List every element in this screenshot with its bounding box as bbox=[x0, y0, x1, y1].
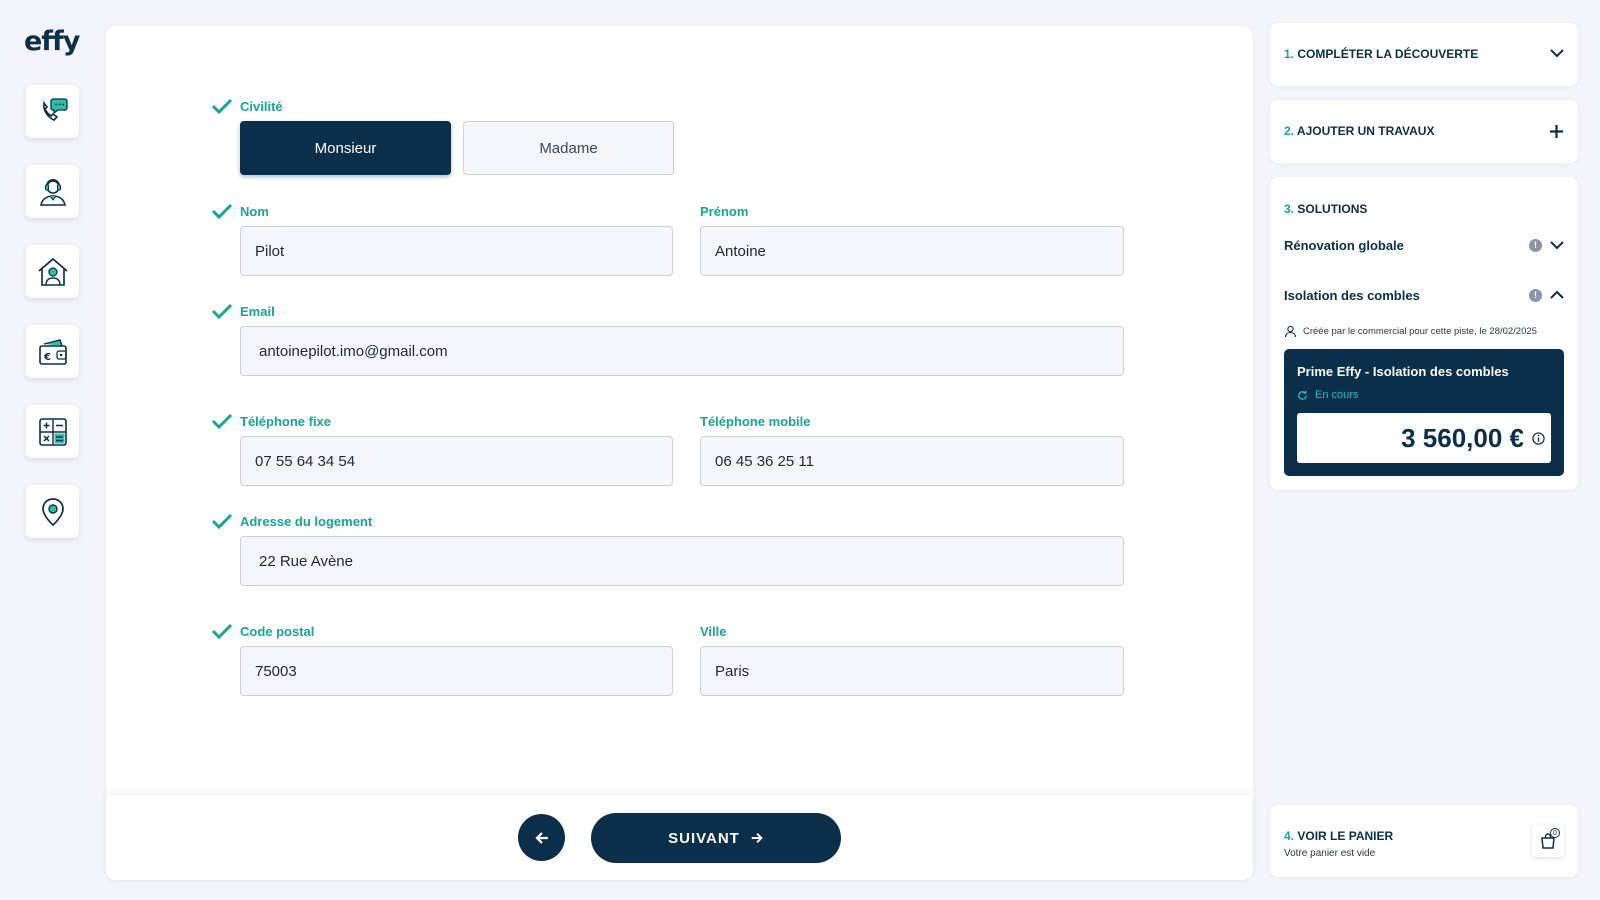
check-icon bbox=[211, 303, 233, 319]
chevron-down-icon[interactable] bbox=[1550, 240, 1564, 250]
check-icon bbox=[211, 413, 233, 429]
step-4-label: VOIR LE PANIER bbox=[1297, 829, 1394, 843]
svg-text:€: € bbox=[43, 352, 51, 363]
refresh-icon bbox=[1298, 390, 1307, 400]
step-1-number: 1. bbox=[1284, 47, 1295, 61]
step-4-title: 4. VOIR LE PANIER bbox=[1284, 829, 1393, 843]
created-note-text: Créée par le commercial pour cette piste… bbox=[1303, 326, 1537, 337]
home-person-icon bbox=[37, 257, 68, 286]
svg-text:effy: effy bbox=[24, 26, 80, 57]
adresse-input[interactable]: 22 Rue Avène bbox=[240, 536, 1124, 586]
check-icon bbox=[211, 203, 233, 219]
prime-amount: 3 560,00 € bbox=[1297, 413, 1551, 463]
step-2-title: 2. AJOUTER UN TRAVAUX bbox=[1284, 124, 1434, 138]
adresse-label: Adresse du logement bbox=[240, 514, 373, 529]
civility-option-monsieur[interactable]: Monsieur bbox=[240, 121, 451, 175]
tel-fixe-label: Téléphone fixe bbox=[240, 414, 332, 429]
arrow-left-icon bbox=[534, 831, 548, 844]
effy-logo-icon: effy bbox=[24, 26, 82, 57]
ville-input[interactable]: Paris bbox=[700, 646, 1124, 696]
prime-title: Prime Effy - Isolation des combles bbox=[1297, 364, 1509, 379]
sidebar-item-calculator[interactable] bbox=[26, 405, 79, 458]
ville-label: Ville bbox=[700, 624, 727, 639]
tel-fixe-input[interactable]: 07 55 64 34 54 bbox=[240, 436, 673, 486]
email-label: Email bbox=[240, 304, 275, 319]
prime-card: Prime Effy - Isolation des combles En co… bbox=[1284, 349, 1564, 476]
check-icon bbox=[211, 623, 233, 639]
prenom-input[interactable]: Antoine bbox=[700, 226, 1124, 276]
step-4-number: 4. bbox=[1284, 829, 1295, 843]
next-button[interactable]: SUIVANT bbox=[591, 813, 841, 863]
step-3-label: SOLUTIONS bbox=[1297, 202, 1368, 216]
user-icon bbox=[1284, 325, 1297, 338]
nom-input[interactable]: Pilot bbox=[240, 226, 673, 276]
solution-renovation-globale[interactable]: Rénovation globale ! bbox=[1284, 235, 1564, 255]
created-note: Créée par le commercial pour cette piste… bbox=[1284, 325, 1537, 338]
arrow-right-icon bbox=[751, 832, 763, 844]
prenom-label: Prénom bbox=[700, 204, 749, 219]
email-input[interactable]: antoinepilot.imo@gmail.com bbox=[240, 326, 1124, 376]
sidebar-item-advisor[interactable] bbox=[26, 165, 79, 218]
cart-count-badge: 0 bbox=[1550, 828, 1560, 838]
tel-mobile-input[interactable]: 06 45 36 25 11 bbox=[700, 436, 1124, 486]
step-3-number: 3. bbox=[1284, 202, 1295, 216]
prime-status-text: En cours bbox=[1315, 389, 1359, 401]
code-postal-label: Code postal bbox=[240, 624, 315, 639]
step-2-number: 2. bbox=[1284, 124, 1295, 138]
effy-logo: effy bbox=[24, 24, 82, 60]
check-icon bbox=[211, 513, 233, 529]
location-pin-icon bbox=[41, 497, 64, 526]
advisor-icon bbox=[39, 178, 66, 206]
next-button-label: SUIVANT bbox=[668, 829, 740, 847]
solution-label: Rénovation globale bbox=[1284, 237, 1404, 253]
check-icon bbox=[211, 98, 233, 114]
chevron-up-icon[interactable] bbox=[1550, 290, 1564, 300]
step-3-title: 3. SOLUTIONS bbox=[1284, 202, 1367, 216]
civility-option-madame[interactable]: Madame bbox=[463, 121, 674, 175]
step-2-card[interactable]: 2. AJOUTER UN TRAVAUX bbox=[1270, 100, 1578, 163]
calculator-icon bbox=[38, 417, 67, 446]
alert-icon: ! bbox=[1529, 238, 1542, 252]
civility-label: Civilité bbox=[240, 99, 283, 114]
prime-amount-value: 3 560,00 € bbox=[1401, 422, 1524, 453]
step-1-title: 1. COMPLÉTER LA DÉCOUVERTE bbox=[1284, 47, 1478, 61]
solution-isolation-combles[interactable]: Isolation des combles ! bbox=[1284, 285, 1564, 305]
chevron-down-icon[interactable] bbox=[1550, 48, 1564, 58]
code-postal-input[interactable]: 75003 bbox=[240, 646, 673, 696]
info-icon[interactable] bbox=[1532, 431, 1545, 445]
cart-empty-text: Votre panier est vide bbox=[1284, 848, 1376, 859]
tel-mobile-label: Téléphone mobile bbox=[700, 414, 811, 429]
sidebar-item-wallet[interactable]: € bbox=[26, 325, 79, 378]
plus-icon[interactable] bbox=[1549, 124, 1564, 139]
sidebar-item-location[interactable] bbox=[26, 485, 79, 538]
step-1-label: COMPLÉTER LA DÉCOUVERTE bbox=[1297, 47, 1479, 61]
cart-button[interactable]: 0 bbox=[1532, 825, 1564, 857]
nom-label: Nom bbox=[240, 204, 269, 219]
prime-status: En cours bbox=[1297, 389, 1358, 401]
sidebar-item-home-person[interactable] bbox=[26, 245, 79, 298]
sidebar-item-phone-chat[interactable] bbox=[26, 85, 79, 138]
wallet-euro-icon: € bbox=[38, 338, 67, 365]
step-1-card[interactable]: 1. COMPLÉTER LA DÉCOUVERTE bbox=[1270, 23, 1578, 86]
step-4-card[interactable]: 4. VOIR LE PANIER Votre panier est vide … bbox=[1270, 805, 1578, 877]
solution-label: Isolation des combles bbox=[1284, 287, 1420, 303]
phone-chat-icon bbox=[42, 97, 68, 121]
step-2-label: AJOUTER UN TRAVAUX bbox=[1296, 124, 1435, 138]
back-button[interactable] bbox=[518, 814, 565, 861]
alert-icon: ! bbox=[1529, 288, 1542, 302]
